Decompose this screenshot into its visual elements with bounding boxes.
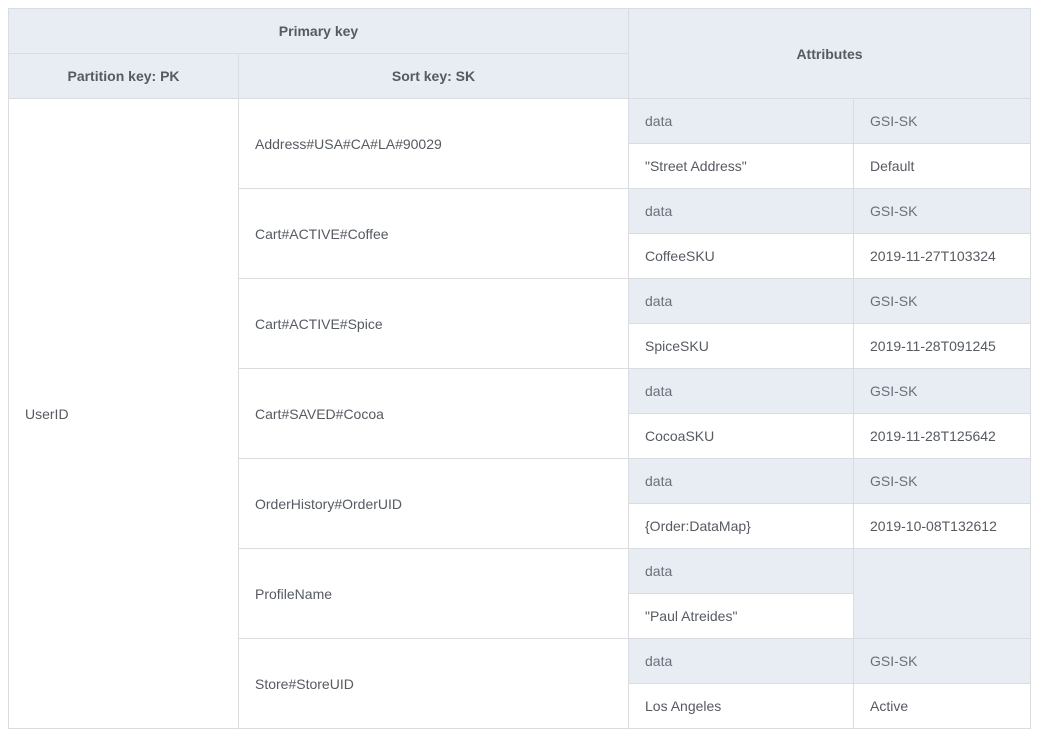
attr-value: {Order:DataMap} (629, 504, 854, 549)
attr-value: SpiceSKU (629, 324, 854, 369)
sort-key-cell: Cart#SAVED#Cocoa (239, 369, 629, 459)
attr-value: "Street Address" (629, 144, 854, 189)
sort-key-cell: Cart#ACTIVE#Coffee (239, 189, 629, 279)
header-attributes: Attributes (629, 9, 1031, 99)
attr-value: 2019-11-27T103324 (854, 234, 1031, 279)
attr-value: Los Angeles (629, 684, 854, 729)
attr-value: 2019-11-28T091245 (854, 324, 1031, 369)
attr-value: "Paul Atreides" (629, 594, 854, 639)
attr-label: data (629, 279, 854, 324)
attr-label: GSI-SK (854, 99, 1031, 144)
attr-label: data (629, 369, 854, 414)
attr-label: data (629, 459, 854, 504)
attr-value: CocoaSKU (629, 414, 854, 459)
attr-value: 2019-11-28T125642 (854, 414, 1031, 459)
attr-label: data (629, 639, 854, 684)
attr-value: Default (854, 144, 1031, 189)
attr-label: data (629, 549, 854, 594)
sort-key-cell: OrderHistory#OrderUID (239, 459, 629, 549)
attr-value: CoffeeSKU (629, 234, 854, 279)
attr-label: GSI-SK (854, 189, 1031, 234)
attr-label (854, 549, 1031, 639)
sort-key-cell: Store#StoreUID (239, 639, 629, 729)
attr-label: data (629, 189, 854, 234)
attr-value: Active (854, 684, 1031, 729)
sort-key-cell: Address#USA#CA#LA#90029 (239, 99, 629, 189)
header-partition-key: Partition key: PK (9, 54, 239, 99)
attr-label: GSI-SK (854, 459, 1031, 504)
dynamodb-schema-table: Primary key Attributes Partition key: PK… (8, 8, 1031, 729)
attr-label: GSI-SK (854, 639, 1031, 684)
header-primary-key: Primary key (9, 9, 629, 54)
sort-key-cell: ProfileName (239, 549, 629, 639)
attr-label: GSI-SK (854, 279, 1031, 324)
partition-key-cell: UserID (9, 99, 239, 729)
sort-key-cell: Cart#ACTIVE#Spice (239, 279, 629, 369)
attr-label: GSI-SK (854, 369, 1031, 414)
header-sort-key: Sort key: SK (239, 54, 629, 99)
attr-label: data (629, 99, 854, 144)
attr-value: 2019-10-08T132612 (854, 504, 1031, 549)
